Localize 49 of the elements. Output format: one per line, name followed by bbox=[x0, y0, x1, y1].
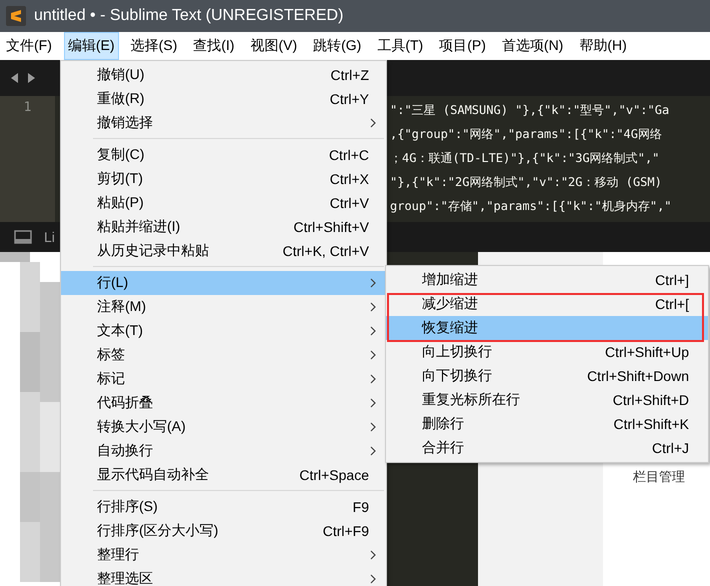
menu-item[interactable]: 恢复缩进 bbox=[386, 316, 708, 340]
menu-item[interactable]: 向上切换行 Ctrl+Shift+Up bbox=[386, 340, 708, 364]
menu-item[interactable]: 文本(T) bbox=[61, 319, 386, 343]
menu-bar-item[interactable]: 编辑(E) bbox=[64, 32, 119, 60]
menu-item[interactable]: 从历史记录中粘贴 Ctrl+K, Ctrl+V bbox=[61, 239, 386, 263]
menu-item[interactable]: 合并行 Ctrl+J bbox=[386, 436, 708, 460]
menu-item[interactable]: 粘贴(P) Ctrl+V bbox=[61, 191, 386, 215]
menu-item[interactable]: 标签 bbox=[61, 343, 386, 367]
code-line: "},{"k":"2G网络制式","v":"2G：移动 (GSM) bbox=[390, 174, 663, 191]
menu-item[interactable]: 自动换行 bbox=[61, 439, 386, 463]
menu-item[interactable]: 行排序(S) F9 bbox=[61, 495, 386, 519]
window-title: untitled • - Sublime Text (UNREGISTERED) bbox=[34, 7, 344, 25]
menu-item[interactable]: 行(L) bbox=[61, 271, 386, 295]
status-text: Li bbox=[44, 229, 55, 245]
menu-item[interactable]: 重复光标所在行 Ctrl+Shift+D bbox=[386, 388, 708, 412]
menu-item[interactable]: 撤销选择 bbox=[61, 111, 386, 135]
menu-item[interactable]: 增加缩进 Ctrl+] bbox=[386, 268, 708, 292]
menu-bar-item[interactable]: 首选项(N) bbox=[498, 32, 568, 60]
menu-bar-item[interactable]: 项目(P) bbox=[435, 32, 490, 60]
line-number: 1 bbox=[24, 100, 32, 115]
menu-item[interactable]: 标记 bbox=[61, 367, 386, 391]
menu-item[interactable]: 转换大小写(A) bbox=[61, 415, 386, 439]
code-line: group":"存储","params":[{"k":"机身内存"," bbox=[390, 198, 672, 215]
menu-item[interactable]: 减少缩进 Ctrl+[ bbox=[386, 292, 708, 316]
menu-item[interactable]: 重做(R) Ctrl+Y bbox=[61, 87, 386, 111]
menu-bar-item[interactable]: 工具(T) bbox=[373, 32, 428, 60]
menu-item[interactable]: 删除行 Ctrl+Shift+K bbox=[386, 412, 708, 436]
menu-item[interactable]: 显示代码自动补全 Ctrl+Space bbox=[61, 463, 386, 487]
menu-bar-item[interactable]: 文件(F) bbox=[2, 32, 56, 60]
menu-item[interactable]: 整理行 bbox=[61, 543, 386, 567]
menu-item[interactable]: 代码折叠 bbox=[61, 391, 386, 415]
menu-bar-item[interactable]: 查找(I) bbox=[189, 32, 238, 60]
menu-item[interactable]: 剪切(T) Ctrl+X bbox=[61, 167, 386, 191]
app-logo-icon bbox=[6, 6, 26, 26]
background-text: 栏目管理 bbox=[633, 469, 685, 484]
code-line: ；4G：联通(TD-LTE)"},{"k":"3G网络制式"," bbox=[390, 150, 660, 167]
menu-item[interactable]: 行排序(区分大小写) Ctrl+F9 bbox=[61, 519, 386, 543]
menu-item[interactable]: 整理选区 bbox=[61, 567, 386, 586]
code-line: ,{"group":"网络","params":[{"k":"4G网络 bbox=[390, 126, 663, 143]
menu-item[interactable]: 向下切换行 Ctrl+Shift+Down bbox=[386, 364, 708, 388]
code-line: ":"三星 (SAMSUNG) "},{"k":"型号","v":"Ga bbox=[390, 102, 670, 119]
menu-bar-item[interactable]: 选择(S) bbox=[126, 32, 182, 60]
menu-bar-item[interactable]: 跳转(G) bbox=[309, 32, 366, 60]
panel-icon[interactable] bbox=[14, 230, 32, 244]
menu-bar-item[interactable]: 视图(V) bbox=[246, 32, 302, 60]
menu-item[interactable]: 复制(C) Ctrl+C bbox=[61, 143, 386, 167]
menu-item[interactable]: 注释(M) bbox=[61, 295, 386, 319]
menu-item[interactable]: 粘贴并缩进(I) Ctrl+Shift+V bbox=[61, 215, 386, 239]
menu-bar-item[interactable]: 帮助(H) bbox=[575, 32, 631, 60]
